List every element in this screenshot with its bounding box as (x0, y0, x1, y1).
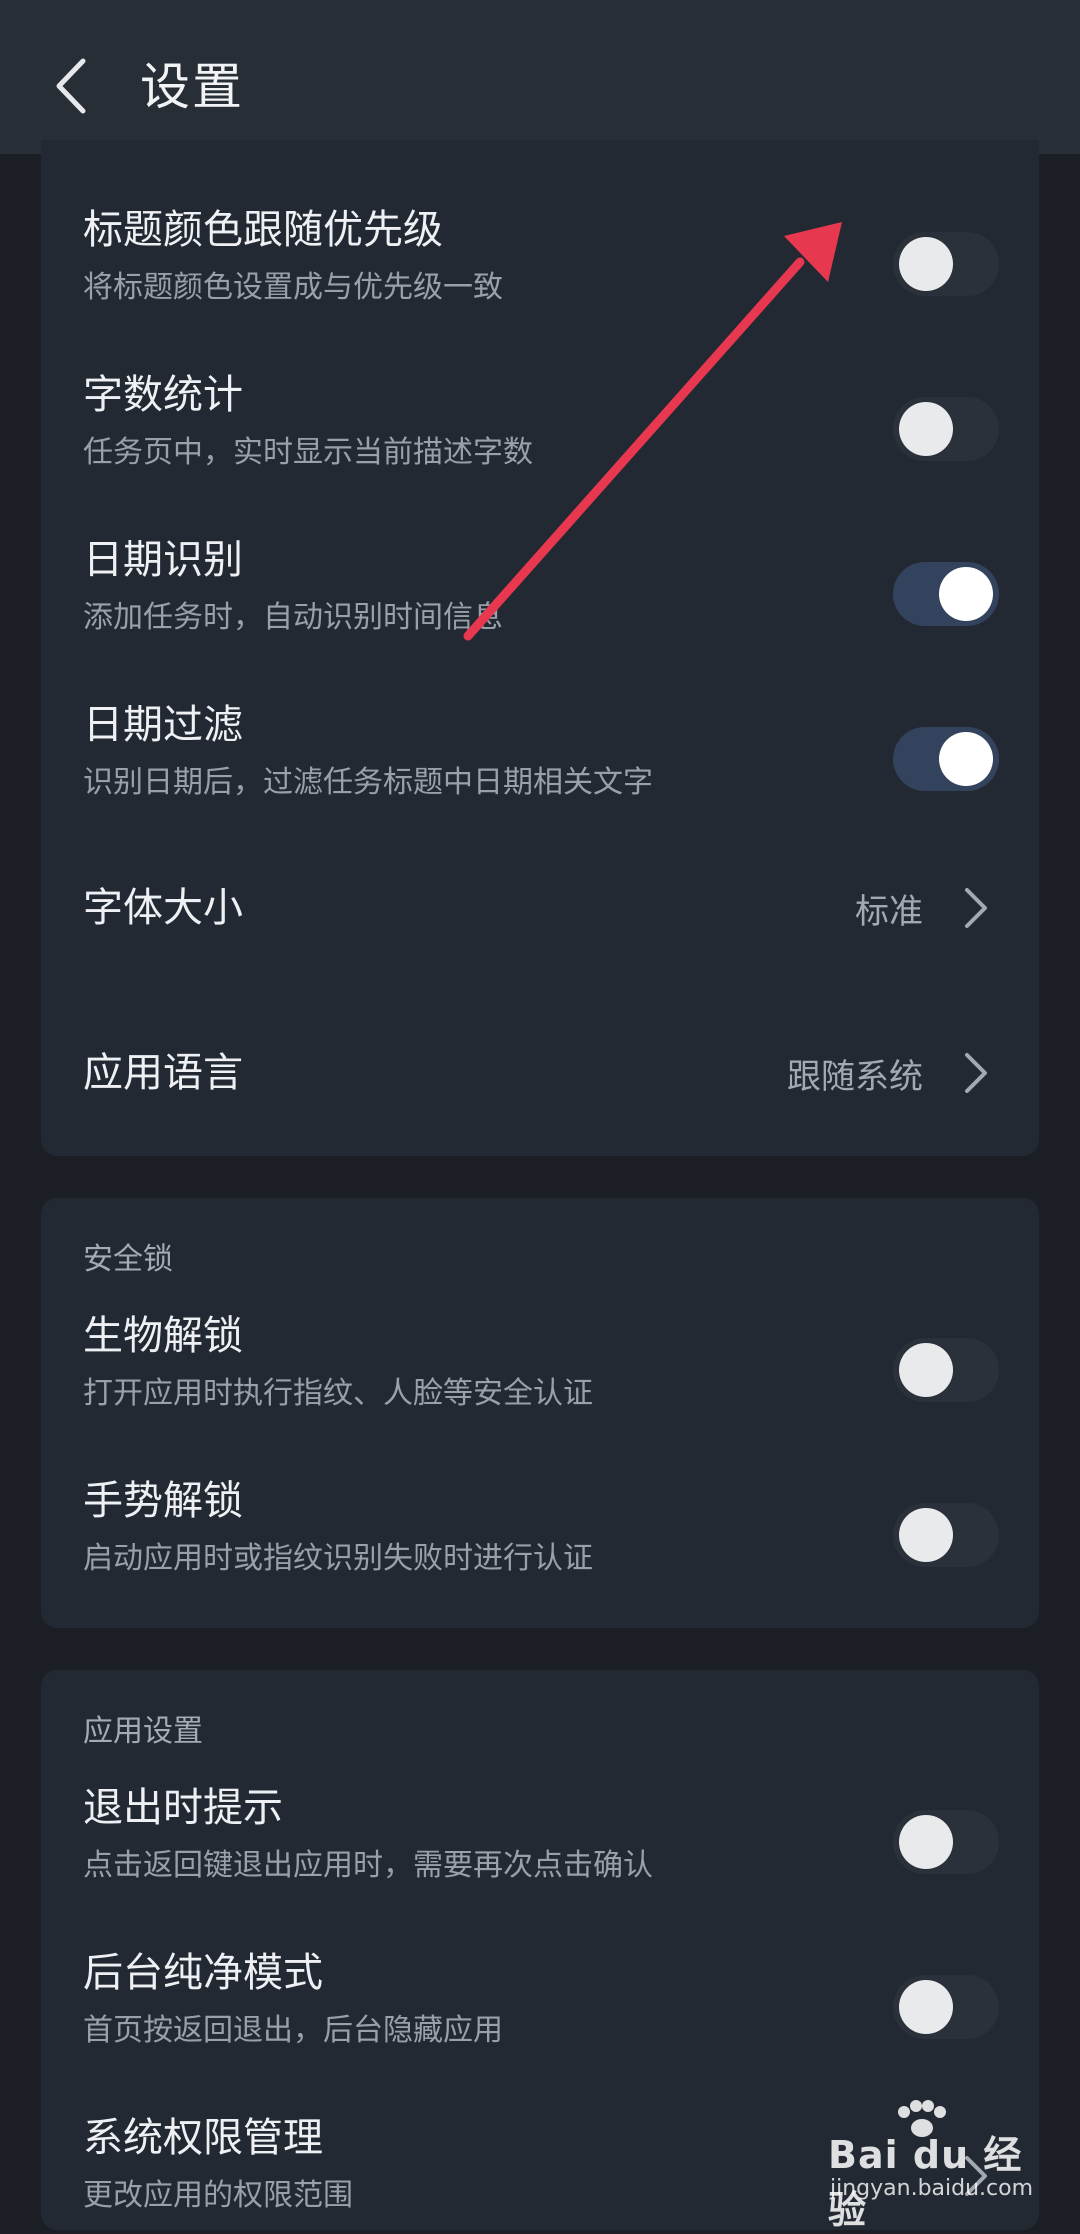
row-title: 手势解锁 (83, 1478, 243, 1524)
row-subtitle: 识别日期后，过滤任务标题中日期相关文字 (83, 765, 653, 800)
background-clean-mode-toggle[interactable] (893, 1975, 999, 2039)
section-title-app-settings: 应用设置 (83, 1714, 203, 1749)
security-lock-card: 安全锁 生物解锁 打开应用时执行指纹、人脸等安全认证 手势解锁 启动应用时或指纹… (41, 1198, 1039, 1628)
row-title: 日期识别 (83, 537, 243, 583)
general-settings-card: 标题颜色跟随优先级 将标题颜色设置成与优先级一致 字数统计 任务页中，实时显示当… (41, 140, 1039, 1156)
toggle-knob (939, 732, 993, 786)
toggle-knob (899, 402, 953, 456)
row-subtitle: 点击返回键退出应用时，需要再次点击确认 (83, 1848, 653, 1883)
row-font-size[interactable]: 字体大小 标准 (41, 830, 1039, 995)
row-title: 后台纯净模式 (83, 1950, 323, 1996)
title-color-priority-toggle[interactable] (893, 232, 999, 296)
row-title-color-priority[interactable]: 标题颜色跟随优先级 将标题颜色设置成与优先级一致 (41, 190, 1039, 355)
toggle-knob (899, 1980, 953, 2034)
date-recognition-toggle[interactable] (893, 562, 999, 626)
row-word-count[interactable]: 字数统计 任务页中，实时显示当前描述字数 (41, 355, 1039, 520)
word-count-toggle[interactable] (893, 397, 999, 461)
row-subtitle: 将标题颜色设置成与优先级一致 (83, 270, 503, 305)
row-subtitle: 添加任务时，自动识别时间信息 (83, 600, 503, 635)
chevron-right-icon (965, 888, 987, 928)
row-title: 应用语言 (83, 1050, 243, 1096)
font-size-value: 标准 (855, 880, 989, 936)
app-language-value-text: 跟随系统 (787, 1056, 923, 1097)
exit-prompt-toggle[interactable] (893, 1810, 999, 1874)
section-title-security: 安全锁 (83, 1242, 173, 1277)
row-title: 系统权限管理 (83, 2115, 323, 2161)
row-title: 字数统计 (83, 372, 243, 418)
gesture-unlock-toggle[interactable] (893, 1503, 999, 1567)
toggle-knob (899, 1343, 953, 1397)
toggle-knob (939, 567, 993, 621)
row-biometric-unlock[interactable]: 生物解锁 打开应用时执行指纹、人脸等安全认证 (41, 1296, 1039, 1461)
system-permissions-chevron (963, 2148, 989, 2204)
row-subtitle: 任务页中，实时显示当前描述字数 (83, 435, 533, 470)
toggle-knob (899, 1815, 953, 1869)
row-gesture-unlock[interactable]: 手势解锁 启动应用时或指纹识别失败时进行认证 (41, 1461, 1039, 1626)
page-title: 设置 (140, 58, 244, 116)
row-title: 字体大小 (83, 885, 243, 931)
back-button[interactable] (40, 46, 100, 126)
chevron-right-icon (965, 1053, 987, 1093)
row-app-language[interactable]: 应用语言 跟随系统 (41, 995, 1039, 1156)
toggle-knob (899, 1508, 953, 1562)
row-title: 退出时提示 (83, 1785, 283, 1831)
row-title: 生物解锁 (83, 1313, 243, 1359)
biometric-unlock-toggle[interactable] (893, 1338, 999, 1402)
row-background-clean-mode[interactable]: 后台纯净模式 首页按返回退出，后台隐藏应用 (41, 1933, 1039, 2098)
row-title: 标题颜色跟随优先级 (83, 207, 443, 253)
row-title: 日期过滤 (83, 702, 243, 748)
row-subtitle: 打开应用时执行指纹、人脸等安全认证 (83, 1376, 593, 1411)
date-filter-toggle[interactable] (893, 727, 999, 791)
row-subtitle: 首页按返回退出，后台隐藏应用 (83, 2013, 503, 2048)
row-subtitle: 启动应用时或指纹识别失败时进行认证 (83, 1541, 593, 1576)
app-settings-card: 应用设置 退出时提示 点击返回键退出应用时，需要再次点击确认 后台纯净模式 首页… (41, 1670, 1039, 2230)
row-date-filter[interactable]: 日期过滤 识别日期后，过滤任务标题中日期相关文字 (41, 685, 1039, 850)
row-exit-prompt[interactable]: 退出时提示 点击返回键退出应用时，需要再次点击确认 (41, 1768, 1039, 1933)
chevron-left-icon (56, 58, 86, 114)
font-size-value-text: 标准 (855, 891, 923, 932)
toggle-knob (899, 237, 953, 291)
row-system-permissions[interactable]: 系统权限管理 更改应用的权限范围 (41, 2098, 1039, 2230)
row-date-recognition[interactable]: 日期识别 添加任务时，自动识别时间信息 (41, 520, 1039, 685)
app-language-value: 跟随系统 (787, 1045, 989, 1101)
app-bar: 设置 (0, 0, 1080, 154)
chevron-right-icon (965, 2156, 987, 2196)
row-subtitle: 更改应用的权限范围 (83, 2178, 353, 2213)
